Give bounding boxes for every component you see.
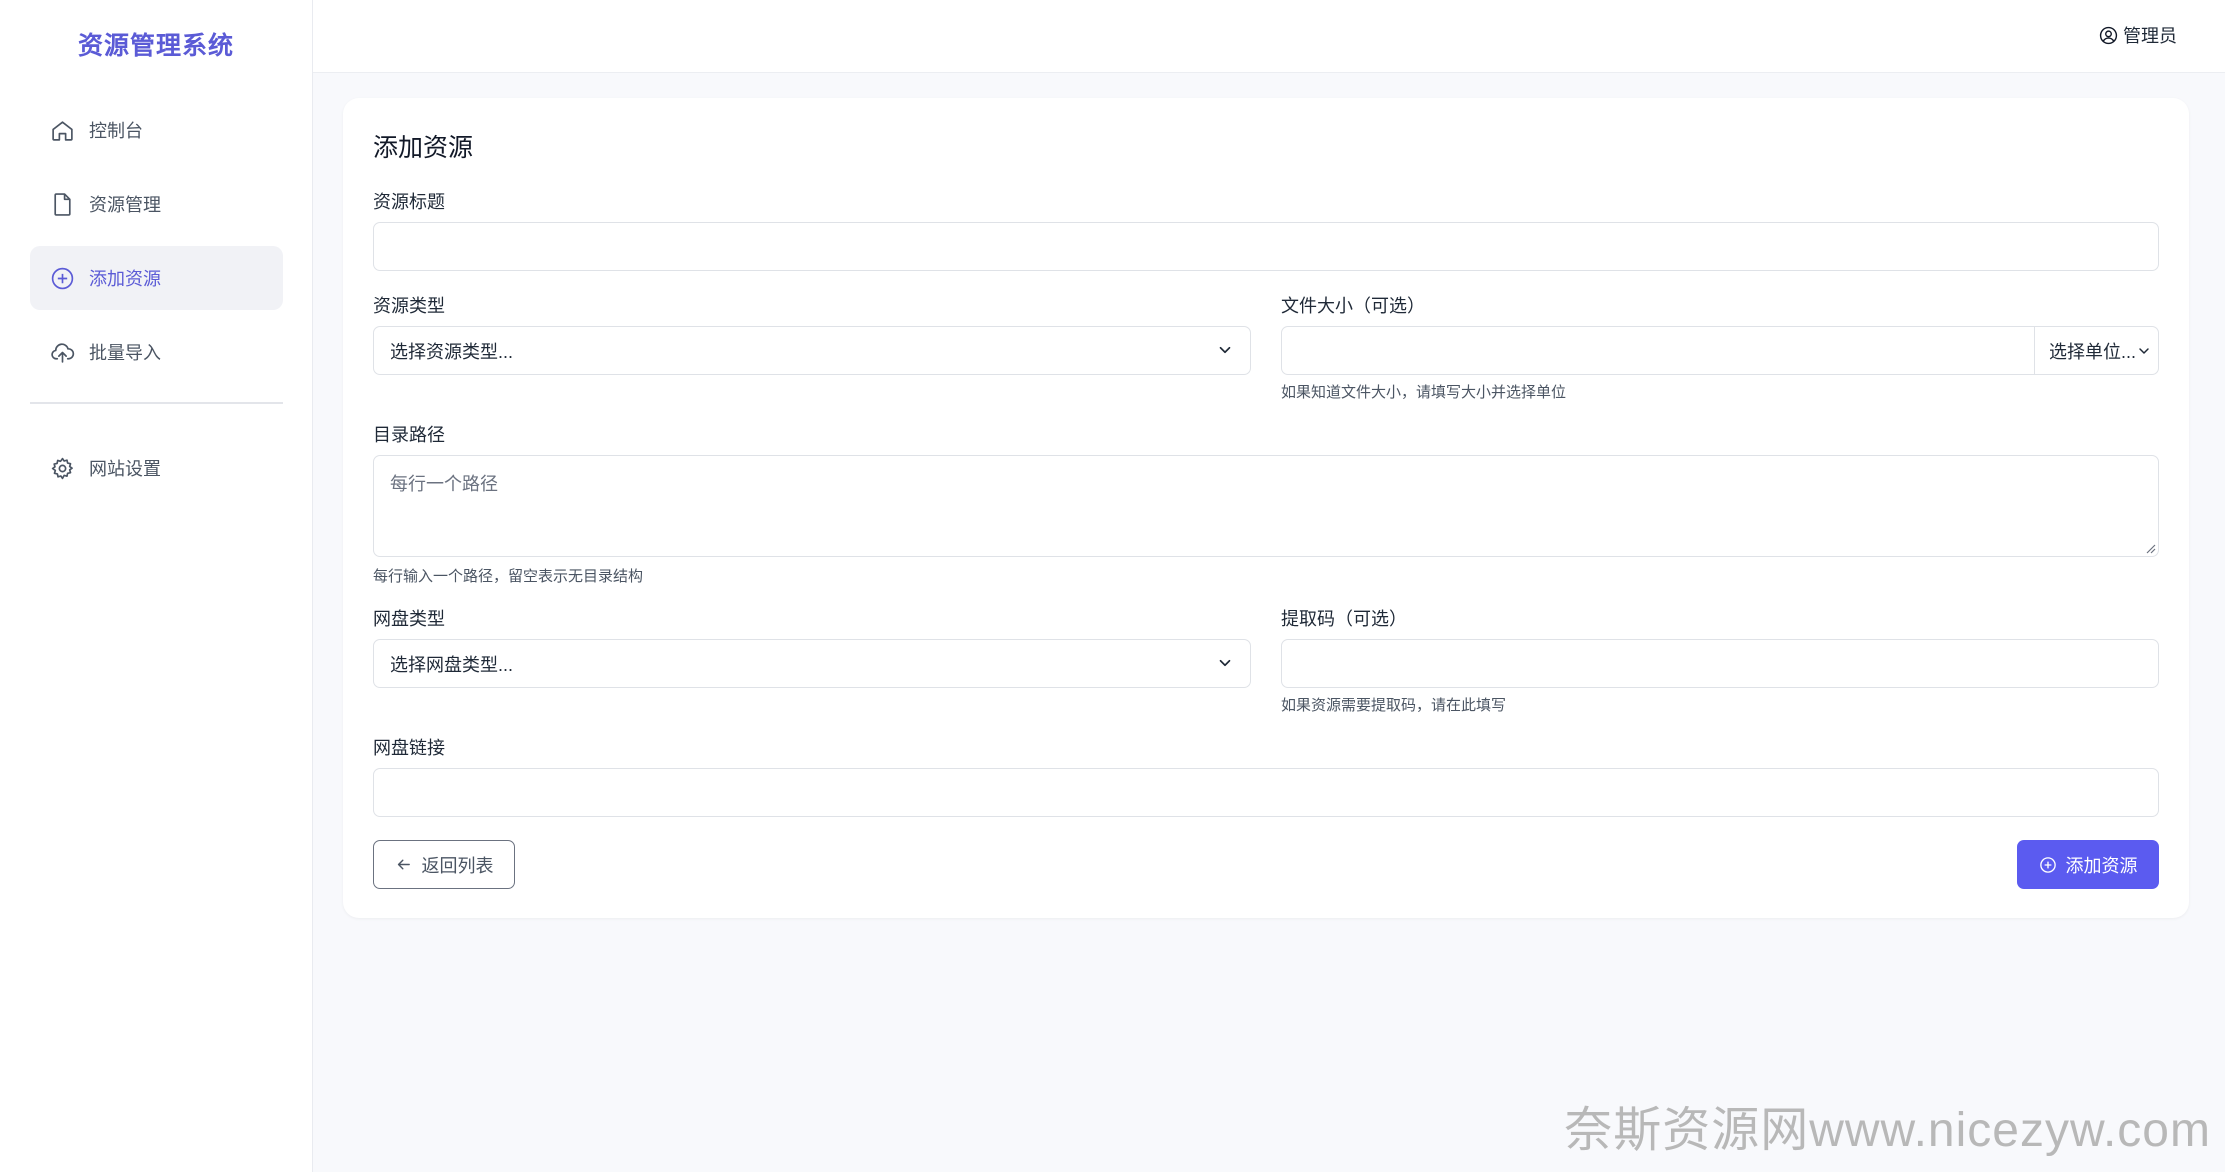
sidebar-item-resources[interactable]: 资源管理 bbox=[30, 172, 283, 236]
sidebar-item-dashboard[interactable]: 控制台 bbox=[30, 98, 283, 162]
top-bar: 管理员 bbox=[313, 0, 2225, 73]
add-resource-button[interactable]: 添加资源 bbox=[2017, 840, 2159, 889]
sidebar-item-label: 批量导入 bbox=[89, 343, 161, 363]
sidebar-item-label: 添加资源 bbox=[89, 269, 161, 289]
plus-circle-icon bbox=[51, 267, 74, 289]
user-menu[interactable]: 管理员 bbox=[2099, 22, 2177, 48]
resize-handle-icon[interactable] bbox=[2144, 542, 2156, 554]
sidebar-item-label: 控制台 bbox=[89, 121, 143, 141]
back-to-list-button[interactable]: 返回列表 bbox=[373, 840, 515, 889]
file-size-unit-select[interactable]: 选择单位... bbox=[2034, 327, 2158, 374]
sidebar-item-site-settings[interactable]: 网站设置 bbox=[30, 436, 283, 500]
chevron-down-icon bbox=[2139, 347, 2149, 354]
disk-type-select[interactable]: 选择网盘类型... bbox=[373, 639, 1251, 688]
sidebar: 资源管理系统 控制台 资源管理 添加资源 批量导入 网站设置 bbox=[0, 0, 313, 1172]
dir-path-hint: 每行输入一个路径，留空表示无目录结构 bbox=[373, 568, 644, 585]
arrow-left-icon bbox=[397, 859, 410, 870]
dir-path-label: 目录路径 bbox=[373, 425, 445, 445]
dir-path-textarea[interactable]: 每行一个路径 bbox=[373, 455, 2159, 557]
resource-title-label: 资源标题 bbox=[373, 192, 445, 212]
page-title: 添加资源 bbox=[373, 134, 474, 162]
disk-link-label: 网盘链接 bbox=[373, 738, 445, 758]
resource-type-select[interactable]: 选择资源类型... bbox=[373, 326, 1251, 375]
sidebar-item-add-resource[interactable]: 添加资源 bbox=[30, 246, 283, 310]
file-size-hint: 如果知道文件大小，请填写大小并选择单位 bbox=[1281, 384, 1567, 401]
resource-type-label: 资源类型 bbox=[373, 296, 445, 316]
watermark: 奈斯资源网www.nicezyw.com bbox=[1564, 1104, 2211, 1157]
user-circle-icon bbox=[2099, 26, 2118, 44]
resource-type-selected: 选择资源类型... bbox=[390, 341, 514, 362]
extract-code-input[interactable] bbox=[1281, 639, 2159, 688]
user-name: 管理员 bbox=[2123, 26, 2177, 46]
gear-icon bbox=[51, 457, 73, 479]
file-size-input-group: 选择单位... bbox=[1281, 326, 2159, 375]
file-icon bbox=[54, 192, 71, 216]
dir-path-placeholder: 每行一个路径 bbox=[390, 474, 498, 494]
extract-code-label: 提取码（可选） bbox=[1281, 609, 1407, 629]
plus-circle-icon bbox=[2039, 856, 2056, 873]
extract-code-hint: 如果资源需要提取码，请在此填写 bbox=[1281, 697, 1507, 714]
file-size-unit-selected: 选择单位... bbox=[2049, 341, 2137, 362]
cloud-upload-icon bbox=[51, 342, 75, 363]
home-icon bbox=[52, 120, 73, 141]
file-size-label: 文件大小（可选） bbox=[1281, 296, 1425, 316]
sidebar-item-label: 资源管理 bbox=[89, 195, 161, 215]
resource-title-input[interactable] bbox=[373, 222, 2159, 271]
chevron-down-icon bbox=[1219, 659, 1231, 667]
brand-title: 资源管理系统 bbox=[77, 32, 234, 60]
sidebar-item-batch-import[interactable]: 批量导入 bbox=[30, 320, 283, 384]
add-resource-card: 添加资源 资源标题 资源类型 选择资源类型... 文件大小（可选） 选择单位..… bbox=[343, 98, 2189, 918]
sidebar-divider bbox=[30, 402, 283, 404]
sidebar-item-label: 网站设置 bbox=[89, 459, 161, 479]
sidebar-nav: 控制台 资源管理 添加资源 批量导入 网站设置 bbox=[30, 98, 283, 510]
disk-type-selected: 选择网盘类型... bbox=[390, 654, 514, 675]
chevron-down-icon bbox=[1219, 346, 1231, 354]
disk-type-label: 网盘类型 bbox=[373, 609, 445, 629]
disk-link-input[interactable] bbox=[373, 768, 2159, 817]
